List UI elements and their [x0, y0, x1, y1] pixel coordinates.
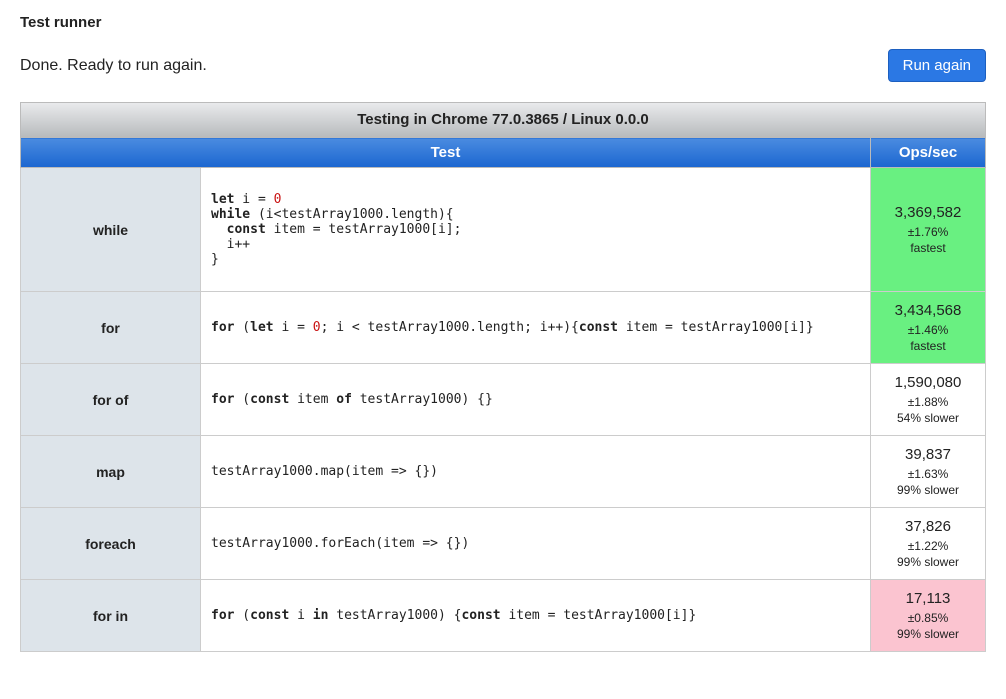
ops-cell: 39,837 ±1.63% 99% slower: [871, 436, 986, 508]
ops-value: 3,369,582: [877, 204, 979, 221]
status-text: Done. Ready to run again.: [20, 57, 207, 75]
row-label: for: [21, 292, 201, 364]
ops-cell: 1,590,080 ±1.88% 54% slower: [871, 364, 986, 436]
code-cell: let i = 0 while (i<testArray1000.length)…: [201, 168, 871, 292]
code-cell: for (const item of testArray1000) {}: [201, 364, 871, 436]
page-title: Test runner: [20, 14, 986, 31]
ops-note: 99% slower: [877, 627, 979, 641]
ops-margin: ±1.63%: [877, 467, 979, 481]
code-cell: testArray1000.forEach(item => {}): [201, 508, 871, 580]
ops-note: 99% slower: [877, 483, 979, 497]
header-ops: Ops/sec: [871, 138, 986, 168]
ops-note: 99% slower: [877, 555, 979, 569]
row-label: while: [21, 168, 201, 292]
table-row: foreachtestArray1000.forEach(item => {})…: [21, 508, 986, 580]
ops-note: fastest: [877, 241, 979, 255]
ops-value: 37,826: [877, 518, 979, 535]
ops-cell: 3,434,568 ±1.46% fastest: [871, 292, 986, 364]
table-row: whilelet i = 0 while (i<testArray1000.le…: [21, 168, 986, 292]
ops-margin: ±1.22%: [877, 539, 979, 553]
ops-value: 3,434,568: [877, 302, 979, 319]
row-label: for of: [21, 364, 201, 436]
results-table: Testing in Chrome 77.0.3865 / Linux 0.0.…: [20, 102, 986, 652]
ops-cell: 3,369,582 ±1.76% fastest: [871, 168, 986, 292]
row-label: foreach: [21, 508, 201, 580]
ops-margin: ±0.85%: [877, 611, 979, 625]
status-row: Done. Ready to run again. Run again: [20, 49, 986, 82]
table-row: for offor (const item of testArray1000) …: [21, 364, 986, 436]
ops-note: 54% slower: [877, 411, 979, 425]
table-caption: Testing in Chrome 77.0.3865 / Linux 0.0.…: [20, 102, 986, 137]
ops-value: 1,590,080: [877, 374, 979, 391]
ops-note: fastest: [877, 339, 979, 353]
header-test: Test: [21, 138, 871, 168]
code-cell: for (const i in testArray1000) {const it…: [201, 580, 871, 652]
ops-margin: ±1.46%: [877, 323, 979, 337]
table-row: for infor (const i in testArray1000) {co…: [21, 580, 986, 652]
ops-value: 17,113: [877, 590, 979, 607]
table-row: maptestArray1000.map(item => {}) 39,837 ±1…: [21, 436, 986, 508]
code-cell: testArray1000.map(item => {}): [201, 436, 871, 508]
table-row: forfor (let i = 0; i < testArray1000.len…: [21, 292, 986, 364]
row-label: map: [21, 436, 201, 508]
code-cell: for (let i = 0; i < testArray1000.length…: [201, 292, 871, 364]
ops-cell: 17,113 ±0.85% 99% slower: [871, 580, 986, 652]
ops-margin: ±1.76%: [877, 225, 979, 239]
ops-cell: 37,826 ±1.22% 99% slower: [871, 508, 986, 580]
ops-margin: ±1.88%: [877, 395, 979, 409]
run-again-button[interactable]: Run again: [888, 49, 986, 82]
row-label: for in: [21, 580, 201, 652]
ops-value: 39,837: [877, 446, 979, 463]
